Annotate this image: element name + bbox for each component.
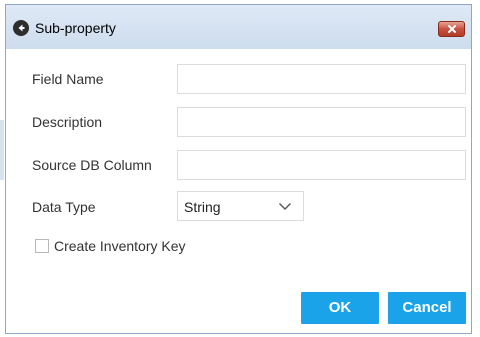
create-inventory-key-checkbox[interactable] — [35, 239, 49, 253]
back-arrow-icon — [13, 20, 29, 36]
ok-button[interactable]: OK — [301, 292, 379, 324]
source-db-column-input[interactable] — [177, 150, 466, 180]
background-window-edge — [0, 120, 4, 180]
description-input[interactable] — [177, 107, 466, 137]
description-label: Description — [32, 114, 103, 130]
close-button[interactable] — [438, 21, 465, 37]
data-type-label: Data Type — [32, 199, 96, 215]
cancel-button[interactable]: Cancel — [388, 292, 466, 324]
dialog-titlebar[interactable]: Sub-property — [6, 5, 471, 49]
data-type-value: String — [184, 199, 221, 215]
close-icon — [447, 25, 456, 33]
data-type-select[interactable]: String — [177, 191, 304, 221]
field-name-label: Field Name — [32, 71, 104, 87]
dialog-content: Field Name Description Source DB Column … — [6, 49, 471, 333]
source-db-column-label: Source DB Column — [32, 157, 152, 173]
chevron-down-icon — [278, 202, 292, 211]
sub-property-dialog: Sub-property Field Name Description Sour… — [5, 4, 472, 334]
field-name-input[interactable] — [177, 64, 466, 94]
create-inventory-key-label[interactable]: Create Inventory Key — [54, 237, 186, 255]
dialog-title: Sub-property — [35, 20, 116, 36]
